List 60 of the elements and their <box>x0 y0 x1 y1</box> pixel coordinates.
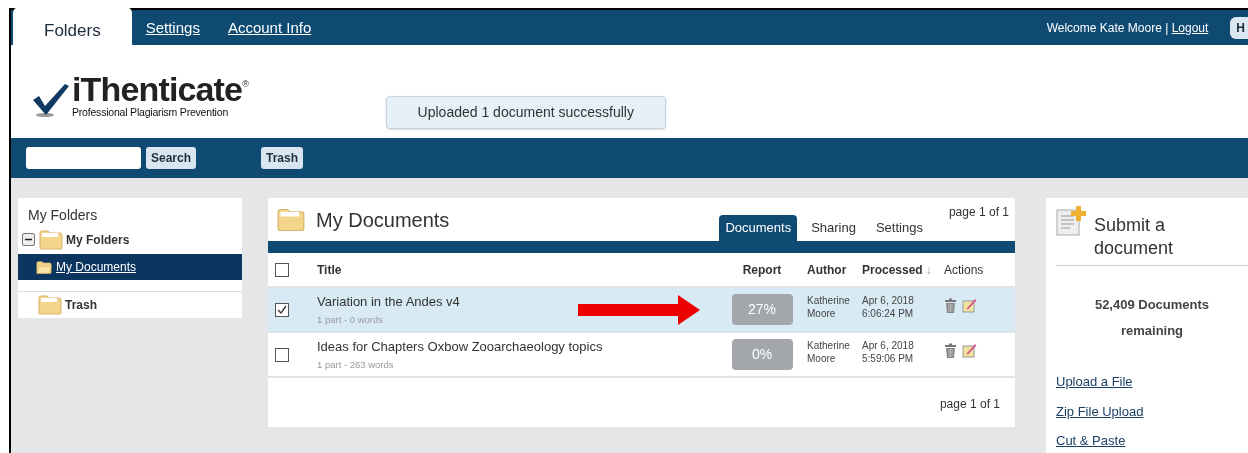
logout-link[interactable]: Logout <box>1171 20 1209 35</box>
welcome-text: Welcome Kate Moore | <box>1046 20 1169 35</box>
checkbox[interactable] <box>275 347 289 362</box>
panel-heading: Submit a document <box>1094 214 1175 260</box>
column-header: Author <box>807 261 848 279</box>
document-title[interactable]: Ideas for Chapters Oxbow Zooarchaeology topics <box>317 336 603 357</box>
nav-tab[interactable]: Folders <box>13 6 132 45</box>
edit-icon[interactable] <box>962 343 977 358</box>
add-document-icon <box>1056 206 1086 236</box>
author-cell-text: Katherine Moore <box>807 293 851 320</box>
search-button[interactable]: Search <box>146 147 197 169</box>
column-header: Report <box>741 261 783 279</box>
minus-icon <box>25 236 32 243</box>
document-meta: 1 part - 263 words <box>317 358 394 373</box>
column-header: Title <box>317 261 343 279</box>
trash-folder[interactable]: Trash <box>65 295 97 314</box>
trash-icon[interactable] <box>944 298 957 313</box>
processed-time: 5:59:06 PM <box>862 351 915 365</box>
panel-heading: My Documents <box>316 207 450 233</box>
processed-date: Apr 6, 2018 <box>862 293 915 307</box>
checkbox[interactable] <box>275 262 289 277</box>
tab[interactable]: Sharing <box>805 215 862 241</box>
upload-link[interactable]: Cut & Paste <box>1056 431 1126 451</box>
folder-label[interactable]: My Folders <box>66 230 130 249</box>
checkbox[interactable] <box>275 302 289 317</box>
checkmark-logo-icon <box>32 81 70 118</box>
processed-time: 6:06:24 PM <box>862 306 915 320</box>
success-toast: Uploaded 1 document successfully <box>385 96 666 129</box>
folder-icon <box>38 294 62 315</box>
author-cell-text: Katherine Moore <box>807 338 851 365</box>
logo-wordmark: iThenticate <box>72 72 243 106</box>
folder-icon <box>277 207 305 232</box>
upload-link[interactable]: Upload a File <box>1056 372 1133 392</box>
search-field[interactable] <box>26 147 141 169</box>
folder-item[interactable]: My Documents <box>18 254 242 280</box>
nav-tab[interactable]: Settings <box>131 16 214 45</box>
processed-date: Apr 6, 2018 <box>862 338 915 352</box>
column-header: Actions <box>944 261 985 279</box>
column-header[interactable]: Processed ↓ <box>862 260 944 279</box>
page-indicator: page 1 of 1 <box>948 204 1009 221</box>
help-button[interactable]: H <box>1230 16 1248 39</box>
document-row[interactable]: Variation in the Andes v4 1 part - 0 words 27% Katherine Moore Apr 6, 2018 6:06:24 PM <box>268 288 1015 333</box>
tab[interactable]: Documents <box>719 215 798 241</box>
panel-title: My Folders <box>28 206 99 225</box>
document-meta: 1 part - 0 words <box>317 313 383 328</box>
logo-tagline: Professional Plagiarism Prevention <box>72 107 230 118</box>
registered-mark: ® <box>242 80 249 89</box>
trash-icon[interactable] <box>944 343 957 358</box>
document-title[interactable]: Variation in the Andes v4 <box>317 291 460 312</box>
documents-remaining: 52,409 Documents remaining <box>1093 296 1211 340</box>
edit-icon[interactable] <box>962 298 977 313</box>
collapse-toggle[interactable] <box>22 233 35 246</box>
nav-tab[interactable]: Account Info <box>213 16 326 45</box>
open-folder-icon <box>36 260 52 274</box>
page-indicator: page 1 of 1 <box>939 396 1000 413</box>
folder-icon <box>39 229 63 250</box>
upload-link[interactable]: Zip File Upload <box>1056 401 1144 421</box>
tab[interactable]: Settings <box>869 215 929 241</box>
sort-arrow-icon: ↓ <box>925 260 932 279</box>
trash-button[interactable]: Trash <box>261 147 304 169</box>
